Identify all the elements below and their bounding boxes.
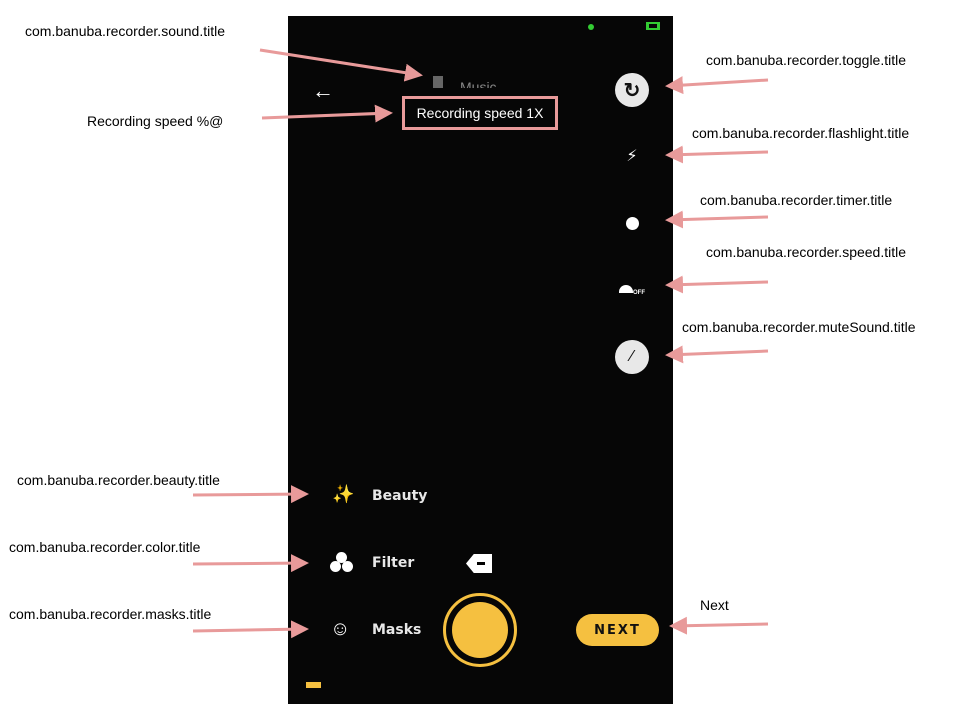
beauty-button[interactable]: Beauty xyxy=(372,488,427,504)
speed-off-label: OFF xyxy=(633,290,645,296)
battery-icon xyxy=(646,22,660,30)
mic-off-icon: ∕ xyxy=(630,348,634,365)
speed-button[interactable]: OFF xyxy=(615,272,649,306)
flashlight-button[interactable]: ⚡︎ xyxy=(615,139,649,173)
annotation-toggle: com.banuba.recorder.toggle.title xyxy=(706,52,907,68)
music-button[interactable]: Music xyxy=(460,78,497,88)
annotation-masks: com.banuba.recorder.masks.title xyxy=(9,606,212,622)
arrow-toggle xyxy=(665,76,769,95)
mute-sound-button[interactable]: ∕ xyxy=(615,340,649,374)
annotation-speed: com.banuba.recorder.speed.title xyxy=(706,244,907,260)
speed-toast: Recording speed 1X xyxy=(402,96,558,130)
arrow-speed xyxy=(665,275,769,294)
arrow-timer xyxy=(665,210,769,229)
refresh-icon: ↻ xyxy=(623,79,641,102)
back-button[interactable]: ← xyxy=(312,78,334,104)
annotation-mute: com.banuba.recorder.muteSound.title xyxy=(682,319,916,335)
arrow-flashlight xyxy=(665,145,769,164)
record-button[interactable] xyxy=(443,593,517,667)
flash-off-icon: ⚡︎ xyxy=(626,148,638,165)
delete-segment-button[interactable] xyxy=(466,554,492,573)
annotation-flashlight: com.banuba.recorder.flashlight.title xyxy=(692,125,910,141)
stopwatch-icon xyxy=(625,216,639,230)
annotation-beauty: com.banuba.recorder.beauty.title xyxy=(17,472,220,488)
toggle-camera-button[interactable]: ↻ xyxy=(615,73,649,107)
camera-screen: ← Music Recording speed 1X ↻ ⚡︎ OFF ∕ ✨ … xyxy=(288,16,673,704)
annotation-next: Next xyxy=(700,597,729,613)
annotation-color: com.banuba.recorder.color.title xyxy=(9,539,201,555)
annotation-sound: com.banuba.recorder.sound.title xyxy=(25,23,226,39)
progress-indicator xyxy=(306,682,321,688)
backspace-icon xyxy=(477,562,485,565)
timer-button[interactable] xyxy=(615,206,649,240)
filter-button[interactable]: Filter xyxy=(372,555,414,571)
arrow-mute xyxy=(665,345,769,364)
magic-wand-icon: ✨ xyxy=(332,484,355,504)
arrow-next xyxy=(669,616,769,635)
filter-icon xyxy=(330,552,354,574)
speedometer-icon xyxy=(619,285,633,293)
masks-button[interactable]: Masks xyxy=(372,622,421,638)
masks-icon: ☺ xyxy=(330,618,351,640)
next-button[interactable]: NEXT xyxy=(576,614,659,646)
music-note-icon xyxy=(433,76,443,88)
status-dot xyxy=(588,24,594,30)
annotation-speed-format: Recording speed %@ xyxy=(87,113,224,129)
annotation-timer: com.banuba.recorder.timer.title xyxy=(700,192,893,208)
